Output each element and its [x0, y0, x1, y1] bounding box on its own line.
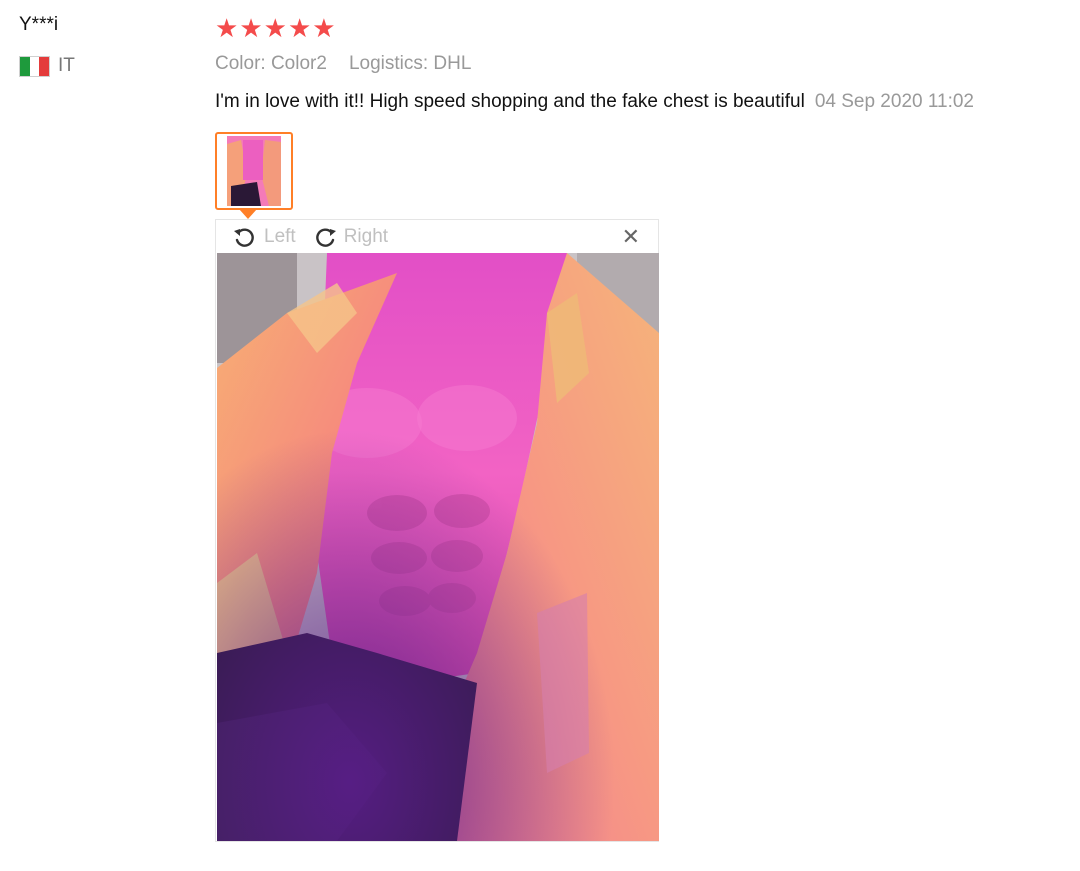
star-icon: ★ [287, 13, 312, 43]
star-icon: ★ [312, 13, 336, 43]
viewer-toolbar: Left Right ✕ [216, 220, 658, 253]
reviewer-country: IT [19, 55, 75, 77]
color-attribute: Color: Color2 [215, 53, 327, 74]
italy-flag-icon [19, 55, 50, 77]
country-code: IT [58, 55, 75, 76]
review-photo [217, 253, 659, 841]
review-text: I'm in love with it!! High speed shoppin… [215, 91, 805, 112]
rotate-left-icon [234, 227, 254, 247]
star-icon: ★ [239, 13, 263, 43]
rotate-right-icon [315, 227, 336, 247]
close-icon[interactable]: ✕ [622, 226, 640, 248]
star-rating: ★ ★ ★ ★ ★ [215, 14, 336, 42]
review-meta: Color: Color2 Logistics: DHL [215, 53, 471, 75]
rotate-left-button[interactable]: Left [232, 225, 296, 249]
star-icon: ★ [263, 13, 287, 43]
thumbnail-pointer [239, 209, 257, 219]
reviewer-name: Y***i [19, 14, 59, 35]
review-body: I'm in love with it!! High speed shoppin… [215, 91, 974, 113]
photo-viewer: Left Right ✕ [215, 219, 659, 842]
review-date: 04 Sep 2020 11:02 [814, 91, 974, 112]
rotate-right-label: Right [343, 225, 389, 247]
review-photo-thumbnail[interactable] [215, 132, 293, 210]
star-icon: ★ [215, 13, 239, 43]
rotate-right-button[interactable]: Right [312, 225, 388, 249]
review-photo-image [217, 253, 659, 841]
thumbnail-image [227, 136, 281, 206]
rotate-left-label: Left [264, 225, 296, 247]
review-item: Y***i IT ★ ★ ★ ★ ★ Color: Color2 Logisti… [0, 0, 1080, 871]
logistics-attribute: Logistics: DHL [348, 53, 472, 74]
